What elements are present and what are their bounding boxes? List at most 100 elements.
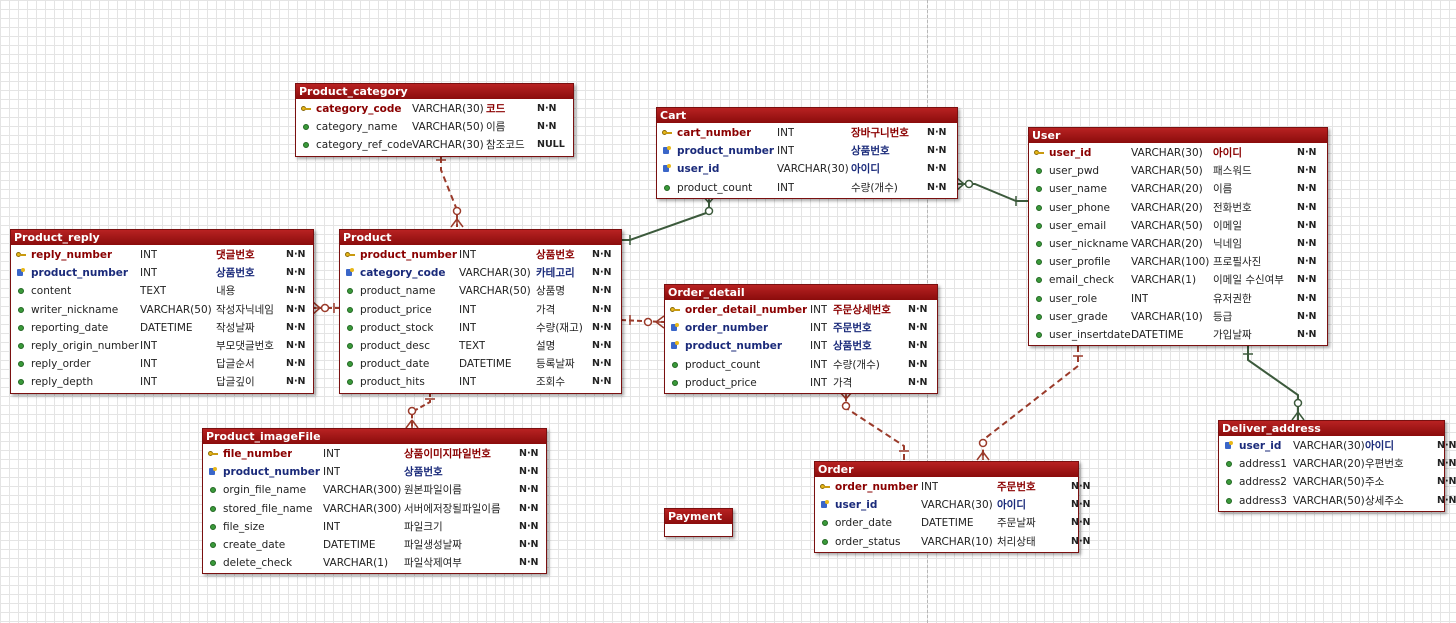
column-row[interactable]: category_code VARCHAR(30) 코드 N·N: [296, 100, 573, 118]
table-deliver-address[interactable]: Deliver_address user_id VARCHAR(30) 아이디 N·N a…: [1218, 420, 1456, 512]
column-row[interactable]: address3 VARCHAR(50) 상세주소 N·N: [1219, 492, 1456, 510]
column-row[interactable]: user_id VARCHAR(30) 아이디 N·N: [657, 160, 957, 178]
column-row[interactable]: order_detail_number INT 주문상세번호 N·N: [665, 301, 937, 319]
table-header[interactable]: Product_reply: [11, 230, 313, 245]
column-row[interactable]: product_number INT 상품번호 N·N: [657, 142, 957, 160]
column-row[interactable]: product_date DATETIME 등록날짜 N·N: [340, 355, 621, 373]
column-row[interactable]: create_date DATETIME 파일생성날짜 N·N: [203, 536, 546, 554]
column-row[interactable]: product_stock INT 수량(재고) N·N: [340, 319, 621, 337]
column-row[interactable]: user_id VARCHAR(30) 아이디 N·N: [815, 496, 1091, 514]
table-payment[interactable]: Payment: [664, 508, 733, 537]
column-row[interactable]: category_name VARCHAR(50) 이름 N·N: [296, 118, 573, 136]
column-comment: 주문상세번호: [833, 304, 891, 316]
column-row[interactable]: product_count INT 수량(개수) N·N: [665, 356, 937, 374]
table-user[interactable]: User user_id VARCHAR(30) 아이디 N·N user_pwd VARC…: [1028, 127, 1328, 347]
column-row[interactable]: product_number INT 상품번호 N·N: [340, 246, 621, 264]
column-name: delete_check: [223, 557, 293, 570]
rel-product-imagefile[interactable]: [405, 392, 435, 429]
table-cart[interactable]: Cart cart_number INT 장바구니번호 N·N product_numbe…: [656, 107, 958, 199]
column-list: [665, 524, 732, 536]
column-row[interactable]: address1 VARCHAR(20) 우편번호 N·N: [1219, 455, 1456, 473]
column-name: orgin_file_name: [223, 484, 307, 497]
table-order-detail[interactable]: Order_detail order_detail_number INT 주문상세번호…: [664, 284, 938, 394]
column-dot-icon: [300, 136, 312, 154]
table-product-imagefile[interactable]: Product_imageFile file_number INT 상품이미지파일번호…: [202, 428, 547, 575]
table-header[interactable]: Order: [815, 462, 1078, 477]
column-row[interactable]: product_hits INT 조회수 N·N: [340, 373, 621, 391]
column-nullability: N·N: [1297, 274, 1317, 286]
column-row[interactable]: stored_file_name VARCHAR(300) 서버에저장될파일이름 N·…: [203, 500, 546, 518]
rel-user-cart[interactable]: [956, 177, 1030, 206]
column-type: VARCHAR(50): [459, 285, 531, 298]
column-row[interactable]: user_nickname VARCHAR(20) 닉네임 N·N: [1029, 235, 1327, 253]
table-header[interactable]: User: [1029, 128, 1327, 143]
table-header[interactable]: Product_imageFile: [203, 429, 546, 444]
column-type: VARCHAR(50): [140, 303, 212, 316]
foreign-key-icon: [207, 463, 219, 481]
column-row[interactable]: reply_depth INT 답글깊이 N·N: [11, 373, 313, 391]
column-name: address2: [1239, 476, 1287, 489]
column-row[interactable]: user_pwd VARCHAR(50) 패스워드 N·N: [1029, 162, 1327, 180]
column-row[interactable]: order_status VARCHAR(10) 처리상태 N·N: [815, 533, 1091, 551]
table-header[interactable]: Payment: [665, 509, 732, 524]
column-row[interactable]: user_name VARCHAR(20) 이름 N·N: [1029, 180, 1327, 198]
column-name: product_number: [223, 466, 321, 479]
column-row[interactable]: user_role INT 유저권한 N·N: [1029, 290, 1327, 308]
column-row[interactable]: user_id VARCHAR(30) 아이디 N·N: [1029, 144, 1327, 162]
table-header[interactable]: Product: [340, 230, 621, 245]
column-row[interactable]: product_price INT 가격 N·N: [665, 374, 937, 392]
erd-canvas[interactable]: Product_category category_code VARCHAR(30)…: [0, 0, 1456, 623]
column-row[interactable]: user_id VARCHAR(30) 아이디 N·N: [1219, 437, 1456, 455]
column-row[interactable]: reply_number INT 댓글번호 N·N: [11, 246, 313, 264]
column-row[interactable]: product_price INT 가격 N·N: [340, 301, 621, 319]
table-order[interactable]: Order order_number INT 주문번호 N·N user_id VARCHA…: [814, 461, 1091, 553]
column-row[interactable]: delete_check VARCHAR(1) 파일삭제여부 N·N: [203, 554, 546, 572]
column-type: INT: [921, 481, 939, 493]
column-nullability: N·N: [519, 484, 539, 496]
table-product-category[interactable]: Product_category category_code VARCHAR(30)…: [295, 83, 574, 157]
column-row[interactable]: order_number INT 주문번호 N·N: [665, 319, 937, 337]
column-row[interactable]: user_profile VARCHAR(100) 프로필사진 N·N: [1029, 253, 1327, 271]
column-comment: 등록날짜: [536, 358, 575, 371]
column-row[interactable]: product_number INT 상품번호 N·N: [665, 337, 937, 355]
column-row[interactable]: user_grade VARCHAR(10) 등급 N·N: [1029, 308, 1327, 326]
rel-user-order[interactable]: [976, 346, 1083, 461]
table-header[interactable]: Cart: [657, 108, 957, 123]
column-row[interactable]: writer_nickname VARCHAR(50) 작성자닉네임 N·N: [11, 301, 313, 319]
column-row[interactable]: email_check VARCHAR(1) 이메일 수신여부 N·N: [1029, 271, 1327, 289]
column-row[interactable]: product_number INT 상품번호 N·N: [203, 463, 546, 481]
column-row[interactable]: reply_order INT 답글순서 N·N: [11, 355, 313, 373]
rel-product-orderdetail[interactable]: [620, 315, 665, 329]
column-row[interactable]: product_desc TEXT 설명 N·N: [340, 337, 621, 355]
column-row[interactable]: user_email VARCHAR(50) 이메일 N·N: [1029, 217, 1327, 235]
column-row[interactable]: orgin_file_name VARCHAR(300) 원본파일이름 N·N: [203, 481, 546, 499]
column-row[interactable]: category_code VARCHAR(30) 카테고리 N·N: [340, 264, 621, 282]
rel-category-product[interactable]: [436, 157, 464, 228]
column-row[interactable]: reply_origin_number INT 부모댓글번호 N·N: [11, 337, 313, 355]
rel-order-orderdetail[interactable]: [839, 391, 909, 460]
column-row[interactable]: user_insertdate DATETIME 가입날짜 N·N: [1029, 326, 1327, 344]
rel-product-cart[interactable]: [621, 195, 716, 245]
table-product-reply[interactable]: Product_reply reply_number INT 댓글번호 N·N produ…: [10, 229, 314, 394]
rel-user-deliveraddress[interactable]: [1243, 346, 1305, 421]
column-row[interactable]: product_name VARCHAR(50) 상품명 N·N: [340, 282, 621, 300]
column-row[interactable]: category_ref_code VARCHAR(30) 참조코드 NULL: [296, 136, 573, 154]
column-row[interactable]: address2 VARCHAR(50) 주소 N·N: [1219, 473, 1456, 491]
column-row[interactable]: reporting_date DATETIME 작성날짜 N·N: [11, 319, 313, 337]
table-product[interactable]: Product product_number INT 상품번호 N·N category_…: [339, 229, 622, 394]
column-row[interactable]: file_size INT 파일크기 N·N: [203, 518, 546, 536]
column-type: VARCHAR(20): [1131, 183, 1203, 196]
column-row[interactable]: product_number INT 상품번호 N·N: [11, 264, 313, 282]
table-header[interactable]: Order_detail: [665, 285, 937, 300]
column-row[interactable]: order_date DATETIME 주문날짜 N·N: [815, 514, 1091, 532]
column-row[interactable]: content TEXT 내용 N·N: [11, 282, 313, 300]
column-row[interactable]: file_number INT 상품이미지파일번호 N·N: [203, 445, 546, 463]
column-name: category_ref_code: [316, 139, 413, 152]
column-row[interactable]: product_count INT 수량(개수) N·N: [657, 179, 957, 197]
table-header[interactable]: Deliver_address: [1219, 421, 1444, 436]
column-row[interactable]: cart_number INT 장바구니번호 N·N: [657, 124, 957, 142]
column-row[interactable]: order_number INT 주문번호 N·N: [815, 478, 1091, 496]
rel-product-reply[interactable]: [312, 301, 340, 315]
column-row[interactable]: user_phone VARCHAR(20) 전화번호 N·N: [1029, 199, 1327, 217]
table-header[interactable]: Product_category: [296, 84, 573, 99]
